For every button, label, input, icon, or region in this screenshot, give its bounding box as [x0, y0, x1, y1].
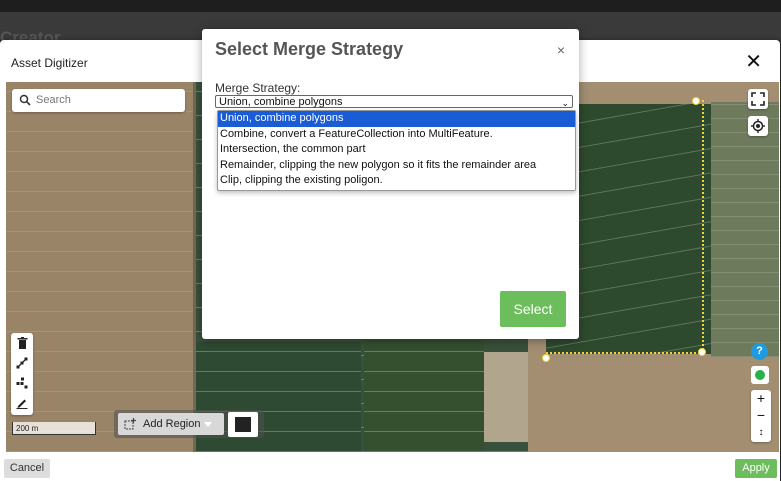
option-intersection[interactable]: Intersection, the common part	[218, 142, 575, 158]
polygon-vertex[interactable]	[692, 97, 700, 105]
move-vertices-button[interactable]	[14, 375, 30, 391]
chevron-down-icon[interactable]	[204, 422, 212, 427]
zoom-controls: + − ↕	[751, 390, 771, 442]
map-field	[6, 82, 193, 452]
select-value: Union, combine polygons	[219, 96, 343, 108]
zoom-out-button[interactable]: −	[751, 407, 771, 424]
add-region-button[interactable]: Add Region	[118, 413, 224, 435]
modal-title: Asset Digitizer	[11, 56, 88, 70]
pencil-icon	[16, 399, 28, 409]
option-clip[interactable]: Clip, clipping the existing poligon.	[218, 173, 575, 189]
close-icon[interactable]: ✕	[745, 52, 762, 72]
trash-icon	[17, 337, 27, 349]
polygon-vertex[interactable]	[698, 348, 706, 356]
delete-button[interactable]	[14, 335, 30, 351]
chevron-down-icon: ⌄	[561, 98, 569, 108]
search-icon	[19, 94, 31, 106]
merge-strategy-label: Merge Strategy:	[215, 81, 301, 95]
search-input[interactable]: Search	[12, 89, 185, 112]
locate-button[interactable]	[748, 116, 768, 136]
draw-button[interactable]	[14, 395, 30, 411]
background-strip	[0, 0, 781, 12]
status-ok-icon	[751, 366, 769, 384]
map-building-area	[484, 352, 529, 442]
cancel-button[interactable]: Cancel	[4, 459, 50, 478]
dialog-close-icon[interactable]: ×	[557, 42, 565, 58]
compass-button[interactable]: ↕	[751, 424, 771, 441]
move-points-icon	[16, 377, 28, 389]
search-placeholder: Search	[36, 94, 71, 106]
merge-strategy-dialog: Select Merge Strategy × Merge Strategy: …	[202, 29, 579, 339]
map-scale: 200 m	[12, 422, 96, 435]
fullscreen-icon	[751, 92, 765, 106]
dialog-title: Select Merge Strategy	[215, 39, 404, 59]
vertex-edit-icon	[16, 357, 28, 369]
map-field	[364, 340, 484, 452]
add-region-label: Add Region	[143, 418, 201, 430]
locate-icon	[751, 119, 765, 133]
option-union[interactable]: Union, combine polygons	[218, 111, 575, 127]
merge-strategy-options: Union, combine polygons Combine, convert…	[217, 110, 576, 191]
fullscreen-button[interactable]	[748, 89, 768, 109]
color-picker[interactable]	[228, 412, 258, 437]
option-combine[interactable]: Combine, convert a FeatureCollection int…	[218, 127, 575, 143]
color-swatch	[235, 417, 251, 432]
add-region-icon	[124, 418, 136, 430]
apply-button[interactable]: Apply	[735, 459, 777, 478]
option-remainder[interactable]: Remainder, clipping the new polygon so i…	[218, 158, 575, 174]
edit-vertices-button[interactable]	[14, 355, 30, 371]
polygon-vertex[interactable]	[542, 354, 550, 362]
zoom-in-button[interactable]: +	[751, 390, 771, 407]
map-field	[711, 102, 779, 357]
draw-toolbar	[11, 333, 33, 415]
merge-strategy-select[interactable]: Union, combine polygons ⌄	[215, 95, 573, 108]
help-icon[interactable]: ?	[751, 343, 768, 360]
select-button[interactable]: Select	[500, 291, 566, 327]
